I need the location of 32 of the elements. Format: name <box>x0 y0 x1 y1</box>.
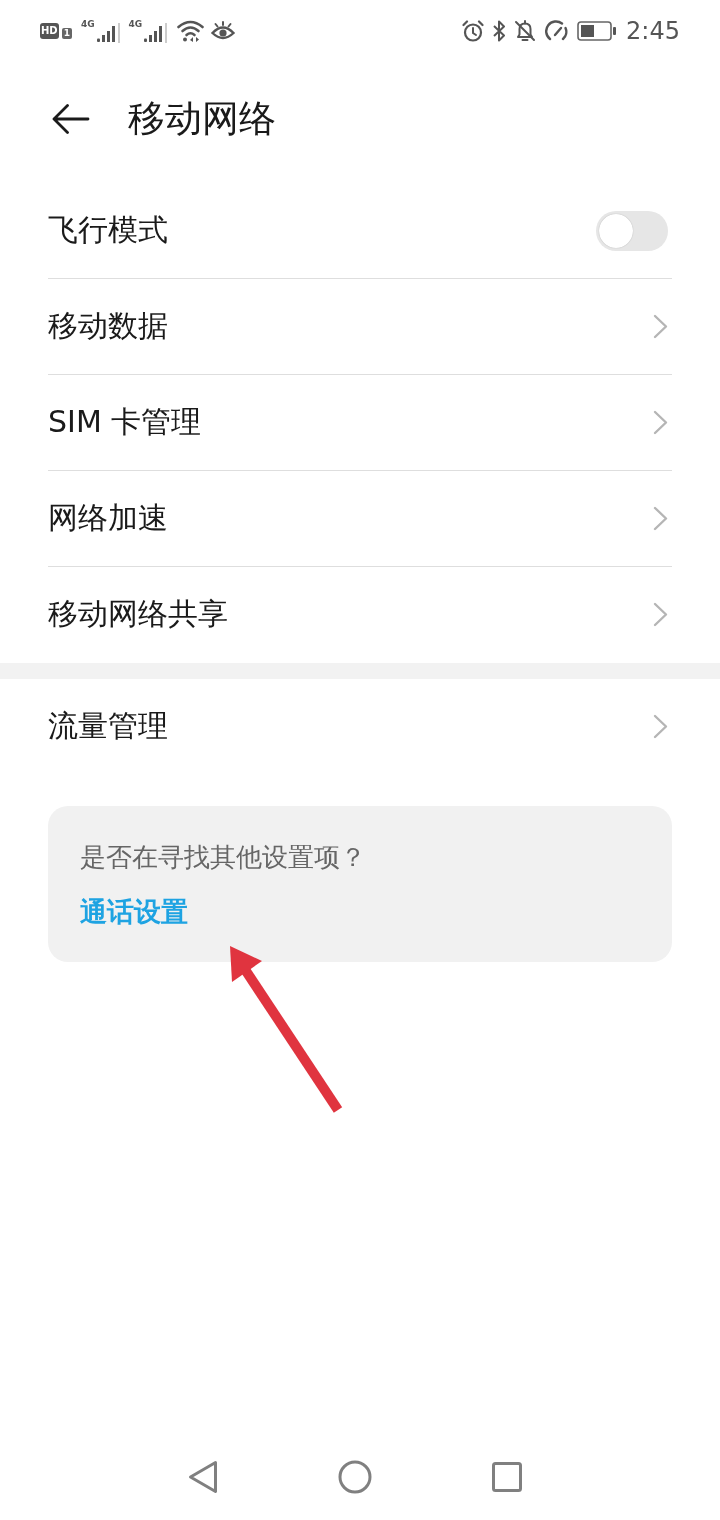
wifi-icon <box>177 20 205 42</box>
toggle-switch[interactable] <box>596 210 668 251</box>
chevron-right-icon <box>653 314 668 339</box>
signal-bars-icon <box>144 26 164 42</box>
chevron-right-icon <box>653 714 668 739</box>
home-circle-icon[interactable] <box>338 1460 372 1494</box>
battery-icon <box>577 21 618 41</box>
bell-off-icon <box>514 20 537 42</box>
settings-item[interactable]: 移动网络共享 <box>48 567 672 663</box>
chevron-right-icon <box>653 506 668 531</box>
settings-item[interactable]: SIM 卡管理 <box>48 375 672 471</box>
chevron-right-icon <box>653 410 668 435</box>
page-title: 移动网络 <box>128 95 276 142</box>
network-type-label: 4G <box>80 19 95 29</box>
eye-icon <box>211 21 236 41</box>
suggestion-question: 是否在寻找其他设置项？ <box>80 842 366 872</box>
back-triangle-icon[interactable] <box>188 1460 218 1494</box>
network-type-label: 4G <box>128 19 143 29</box>
chevron-right-icon <box>653 602 668 627</box>
recent-apps-square-icon[interactable] <box>492 1462 522 1492</box>
settings-item[interactable]: 移动数据 <box>48 279 672 375</box>
sim-badge: 1 <box>61 28 72 39</box>
back-arrow-icon[interactable] <box>52 103 90 134</box>
settings-item[interactable]: 流量管理 <box>48 679 672 775</box>
hd-badge: HD <box>40 23 59 39</box>
status-time: 2:45 <box>626 17 680 45</box>
signal-bars-icon <box>96 26 116 42</box>
settings-item[interactable]: 网络加速 <box>48 471 672 567</box>
alarm-clock-icon <box>462 20 485 42</box>
bluetooth-icon <box>493 20 506 42</box>
settings-item[interactable]: 飞行模式 <box>48 183 672 279</box>
gauge-icon <box>545 20 569 42</box>
